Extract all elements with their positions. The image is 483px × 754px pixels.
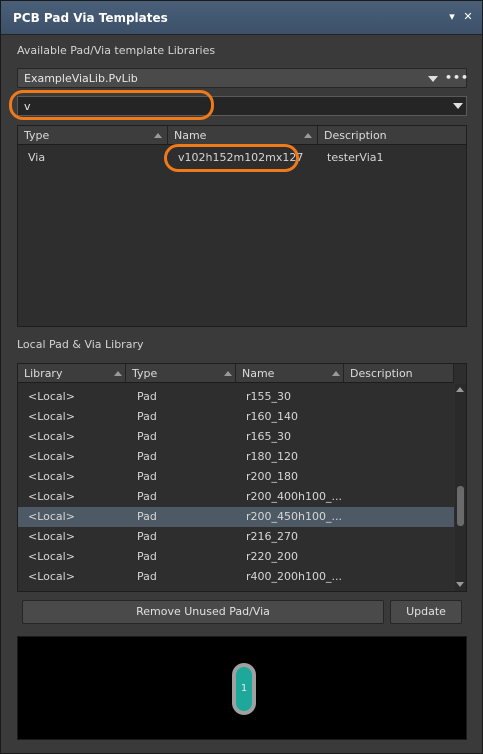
library-cell: <Local> [28, 490, 75, 503]
pcb-pad-via-templates-panel: PCB Pad Via Templates ▾ ✕ Available Pad/… [0, 0, 483, 754]
library-cell: <Local> [28, 550, 75, 563]
available-libraries-label: Available Pad/Via template Libraries [17, 44, 216, 57]
selected-row-highlight [18, 507, 454, 527]
library-cell: <Local> [28, 570, 75, 583]
panel-title: PCB Pad Via Templates [13, 11, 168, 25]
library-cell: <Local> [28, 470, 75, 483]
column-header-name[interactable]: Name [168, 126, 318, 145]
chevron-down-icon [428, 76, 438, 82]
sort-icon [304, 133, 312, 138]
pad-preview: 1 [17, 636, 467, 740]
library-cell: <Local> [28, 430, 75, 443]
sort-icon [114, 371, 122, 376]
name-cell: r200_180 [246, 470, 299, 483]
pad-number-label: 1 [240, 683, 248, 694]
library-cell: <Local> [28, 530, 75, 543]
table-row-partial [18, 378, 454, 384]
sort-icon [224, 371, 232, 376]
more-options-icon[interactable]: ••• [445, 71, 469, 84]
title-bar: PCB Pad Via Templates ▾ ✕ [1, 1, 482, 35]
name-cell: r160_140 [246, 410, 299, 423]
type-cell: Pad [137, 430, 157, 443]
local-library-grid: Library Type Name Description <Local> Pad… [17, 363, 467, 592]
type-cell: Pad [137, 390, 157, 403]
type-cell: Pad [137, 530, 157, 543]
scroll-thumb[interactable] [457, 486, 464, 526]
name-cell: r180_120 [246, 450, 299, 463]
template-grid-header: Type Name Description [18, 126, 466, 145]
close-icon[interactable]: ✕ [461, 10, 475, 24]
type-cell: Pad [137, 510, 157, 523]
pin-dropdown-icon[interactable]: ▾ [445, 10, 459, 24]
type-cell: Pad [137, 470, 157, 483]
local-library-label: Local Pad & Via Library [17, 338, 144, 351]
name-cell: r155_30 [246, 390, 292, 403]
library-cell: <Local> [28, 450, 75, 463]
library-select[interactable]: ExampleViaLib.PvLib ••• [17, 68, 469, 88]
name-cell: r216_270 [246, 530, 299, 543]
pad-preview-shape: 1 [232, 663, 256, 715]
library-cell: <Local> [28, 410, 75, 423]
template-name-cell: v102h152m102mx127 [178, 151, 304, 164]
sort-icon [154, 133, 162, 138]
filter-dropdown-chevron-icon[interactable] [453, 103, 463, 109]
column-header-description[interactable]: Description [318, 126, 466, 145]
library-select-value: ExampleViaLib.PvLib [24, 72, 138, 85]
local-grid-scrollbar[interactable] [455, 384, 466, 591]
library-cell: <Local> [28, 510, 75, 523]
name-cell: r200_400h100_... [246, 490, 342, 503]
scroll-up-icon[interactable] [456, 387, 464, 392]
name-cell: r400_200h100_... [246, 570, 342, 583]
sort-icon [332, 371, 340, 376]
scroll-down-icon[interactable] [456, 582, 464, 587]
filter-input[interactable]: v [17, 96, 467, 116]
type-cell: Pad [137, 410, 157, 423]
type-cell: Pad [137, 450, 157, 463]
name-cell: r220_200 [246, 550, 299, 563]
template-description-cell: testerVia1 [327, 151, 384, 164]
type-cell: Pad [137, 490, 157, 503]
type-cell: Pad [137, 550, 157, 563]
remove-unused-button[interactable]: Remove Unused Pad/Via [22, 600, 384, 624]
filter-input-value: v [24, 100, 31, 113]
library-cell: <Local> [28, 390, 75, 403]
update-button[interactable]: Update [390, 600, 462, 624]
name-cell: r200_450h100_... [246, 510, 342, 523]
template-grid: Type Name Description Via v102h152m102mx… [17, 125, 467, 327]
template-type-cell: Via [28, 151, 46, 164]
column-header-type[interactable]: Type [18, 126, 168, 145]
name-cell: r165_30 [246, 430, 292, 443]
type-cell: Pad [137, 570, 157, 583]
